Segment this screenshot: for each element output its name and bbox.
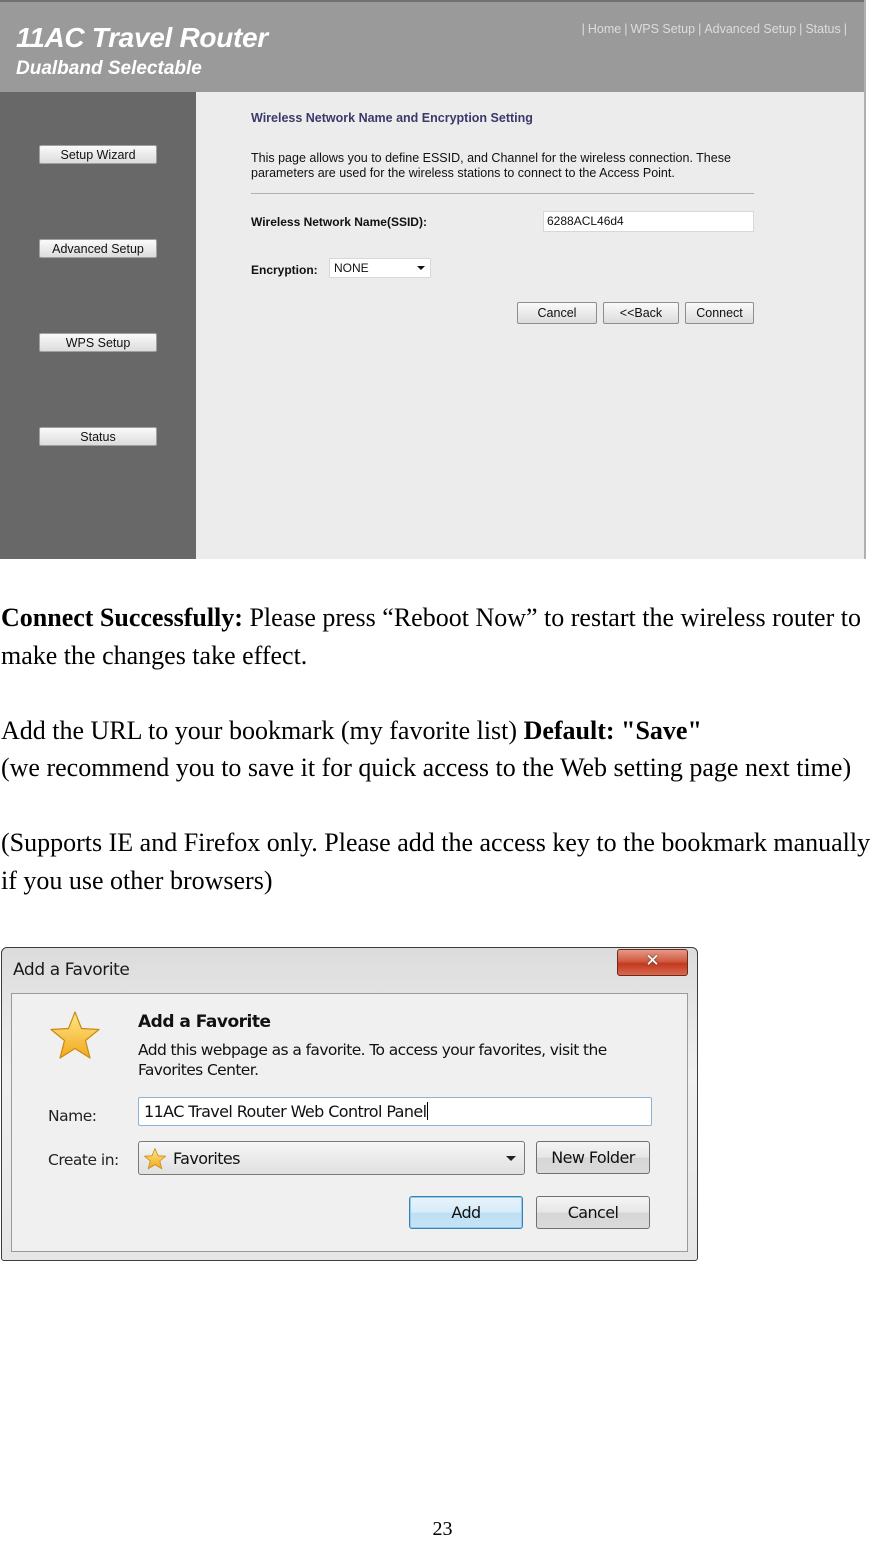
dialog-description: Add this webpage as a favorite. To acces… xyxy=(138,1041,607,1079)
recommend-paragraph: (we recommend you to save it for quick a… xyxy=(1,753,852,782)
name-label: Name: xyxy=(48,1107,97,1125)
favorites-star-icon xyxy=(144,1148,166,1170)
new-folder-button[interactable]: New Folder xyxy=(536,1141,650,1174)
top-nav-wps-setup[interactable]: WPS Setup xyxy=(630,22,695,36)
router-subtitle: Dualband Selectable xyxy=(16,58,202,79)
router-content: Wireless Network Name and Encryption Set… xyxy=(196,92,864,559)
create-in-select[interactable]: Favorites xyxy=(138,1141,525,1175)
close-button[interactable]: ✕ xyxy=(617,949,688,976)
top-nav-advanced-setup[interactable]: Advanced Setup xyxy=(704,22,796,36)
sidebar-wps-setup-button[interactable]: WPS Setup xyxy=(39,333,157,352)
text-caret xyxy=(426,1102,428,1120)
router-title: 11AC Travel Router xyxy=(16,22,268,53)
encryption-value: NONE xyxy=(334,261,369,275)
ssid-input[interactable]: 6288ACL46d4 xyxy=(543,211,754,232)
connect-successfully-paragraph: Connect Successfully: Please press “Rebo… xyxy=(1,599,885,674)
router-screenshot: 11AC Travel Router Dualband Selectable |… xyxy=(0,0,866,559)
page-number: 23 xyxy=(432,1518,453,1540)
router-header: 11AC Travel Router Dualband Selectable |… xyxy=(0,0,864,92)
bookmark-text: Add the URL to your bookmark (my favorit… xyxy=(1,716,524,745)
add-favorite-dialog: Add a Favorite ✕ Add a Favorite Add this… xyxy=(1,947,698,1261)
back-button[interactable]: <<Back xyxy=(603,302,679,324)
sidebar-advanced-setup-button[interactable]: Advanced Setup xyxy=(39,239,157,258)
connect-button[interactable]: Connect xyxy=(685,302,754,324)
section-title: Wireless Network Name and Encryption Set… xyxy=(251,111,533,125)
supports-paragraph: (Supports IE and Firefox only. Please ad… xyxy=(1,828,871,895)
name-input[interactable]: 11AC Travel Router Web Control Panel xyxy=(138,1097,652,1126)
ssid-label: Wireless Network Name(SSID): xyxy=(251,215,427,229)
top-nav-status[interactable]: Status xyxy=(805,22,840,36)
dialog-heading: Add a Favorite xyxy=(138,1012,271,1032)
encryption-label: Encryption: xyxy=(251,263,318,277)
sidebar: Setup Wizard Advanced Setup WPS Setup St… xyxy=(0,92,196,559)
chevron-down-icon xyxy=(417,266,425,270)
section-description: This page allows you to define ESSID, an… xyxy=(251,151,731,180)
sidebar-setup-wizard-button[interactable]: Setup Wizard xyxy=(39,145,157,164)
dialog-body: Add a Favorite Add this webpage as a fav… xyxy=(11,993,688,1252)
cancel-button[interactable]: Cancel xyxy=(517,302,597,324)
top-nav-home[interactable]: Home xyxy=(588,22,621,36)
close-icon: ✕ xyxy=(645,951,660,971)
dialog-cancel-button[interactable]: Cancel xyxy=(536,1196,650,1229)
chevron-down-icon xyxy=(506,1156,516,1161)
divider xyxy=(251,193,754,194)
bookmark-default: Default: "Save" xyxy=(523,716,702,745)
create-in-value: Favorites xyxy=(173,1149,240,1168)
bookmark-paragraph: Add the URL to your bookmark (my favorit… xyxy=(1,712,885,750)
create-in-label: Create in: xyxy=(48,1151,119,1169)
top-nav: | Home | WPS Setup | Advanced Setup | Status | xyxy=(581,22,847,36)
dialog-title: Add a Favorite xyxy=(13,960,130,980)
sidebar-status-button[interactable]: Status xyxy=(39,427,157,446)
add-button[interactable]: Add xyxy=(409,1196,523,1229)
encryption-select[interactable]: NONE xyxy=(329,258,431,278)
star-icon xyxy=(50,1011,100,1059)
connect-successfully-label: Connect Successfully: xyxy=(1,603,243,632)
name-value: 11AC Travel Router Web Control Panel xyxy=(144,1102,427,1121)
